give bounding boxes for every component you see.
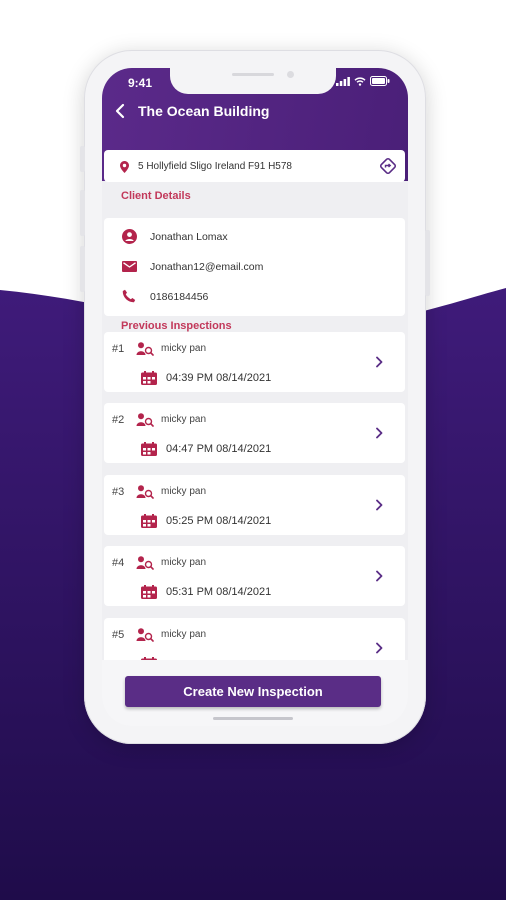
phone-speaker	[232, 73, 274, 76]
chevron-right-icon	[376, 427, 383, 439]
phone-icon	[122, 289, 136, 303]
user-icon	[122, 229, 137, 244]
phone-volume-down	[80, 246, 85, 292]
inspection-item[interactable]: #3 micky pan 05:25 PM 08/14/2021	[104, 475, 405, 535]
inspection-datetime: 05:31 PM 08/14/2021	[166, 586, 272, 598]
chevron-left-icon	[115, 103, 125, 119]
calendar-icon	[141, 585, 157, 599]
inspection-number: #5	[112, 629, 125, 641]
phone-side-button	[80, 146, 85, 172]
chevron-right-icon	[376, 356, 383, 368]
inspector-icon	[136, 413, 154, 427]
status-icons	[336, 76, 390, 86]
email-icon	[122, 261, 137, 272]
client-details-label: Client Details	[121, 190, 191, 202]
phone-volume-up	[80, 190, 85, 236]
calendar-icon	[141, 514, 157, 528]
location-pin-icon	[120, 161, 129, 173]
inspector-icon	[136, 342, 154, 356]
chevron-right-icon	[376, 642, 383, 654]
signal-icon	[336, 76, 350, 86]
inspection-item[interactable]: #2 micky pan 04:47 PM 08/14/2021	[104, 403, 405, 463]
inspector-name: micky pan	[161, 343, 207, 354]
calendar-icon	[141, 442, 157, 456]
status-time: 9:41	[128, 76, 153, 90]
battery-icon	[370, 76, 390, 86]
phone-camera	[287, 71, 294, 78]
inspector-name: micky pan	[161, 629, 207, 640]
client-name: Jonathan Lomax	[150, 231, 228, 243]
phone-notch	[170, 68, 336, 94]
inspection-number: #4	[112, 557, 125, 569]
home-indicator	[213, 717, 293, 720]
chevron-right-icon	[376, 570, 383, 582]
create-new-inspection-button[interactable]: Create New Inspection	[125, 676, 381, 707]
inspection-number: #1	[112, 343, 125, 355]
chevron-right-icon	[376, 499, 383, 511]
page-title: The Ocean Building	[138, 103, 270, 119]
inspection-datetime: 04:47 PM 08/14/2021	[166, 443, 272, 455]
inspection-datetime: 04:39 PM 08/14/2021	[166, 372, 272, 384]
inspection-item[interactable]: #4 micky pan 05:31 PM 08/14/2021	[104, 546, 405, 606]
inspector-icon	[136, 556, 154, 570]
phone-screen: 9:41 The Ocean Building 5 Hollyfield Sli…	[102, 68, 408, 726]
back-button[interactable]	[110, 99, 130, 123]
client-details-card: Jonathan Lomax Jonathan12@email.com 0186…	[104, 218, 405, 316]
calendar-icon	[141, 371, 157, 385]
phone-power-button	[425, 230, 430, 296]
inspector-name: micky pan	[161, 414, 207, 425]
address-card[interactable]: 5 Hollyfield Sligo Ireland F91 H578	[104, 150, 405, 182]
inspector-name: micky pan	[161, 557, 207, 568]
wifi-icon	[354, 76, 366, 86]
phone-frame: 9:41 The Ocean Building 5 Hollyfield Sli…	[80, 50, 430, 744]
inspection-item[interactable]: #1 micky pan 04:39 PM 08/14/2021	[104, 332, 405, 392]
inspector-icon	[136, 485, 154, 499]
address-text: 5 Hollyfield Sligo Ireland F91 H578	[138, 161, 292, 172]
inspection-datetime: 05:25 PM 08/14/2021	[166, 515, 272, 527]
inspector-name: micky pan	[161, 486, 207, 497]
previous-inspections-label: Previous Inspections	[121, 320, 232, 332]
client-email[interactable]: Jonathan12@email.com	[150, 261, 263, 273]
inspection-number: #3	[112, 486, 125, 498]
inspection-number: #2	[112, 414, 125, 426]
inspector-icon	[136, 628, 154, 642]
directions-icon[interactable]	[379, 157, 397, 175]
client-phone[interactable]: 0186184456	[150, 291, 208, 303]
